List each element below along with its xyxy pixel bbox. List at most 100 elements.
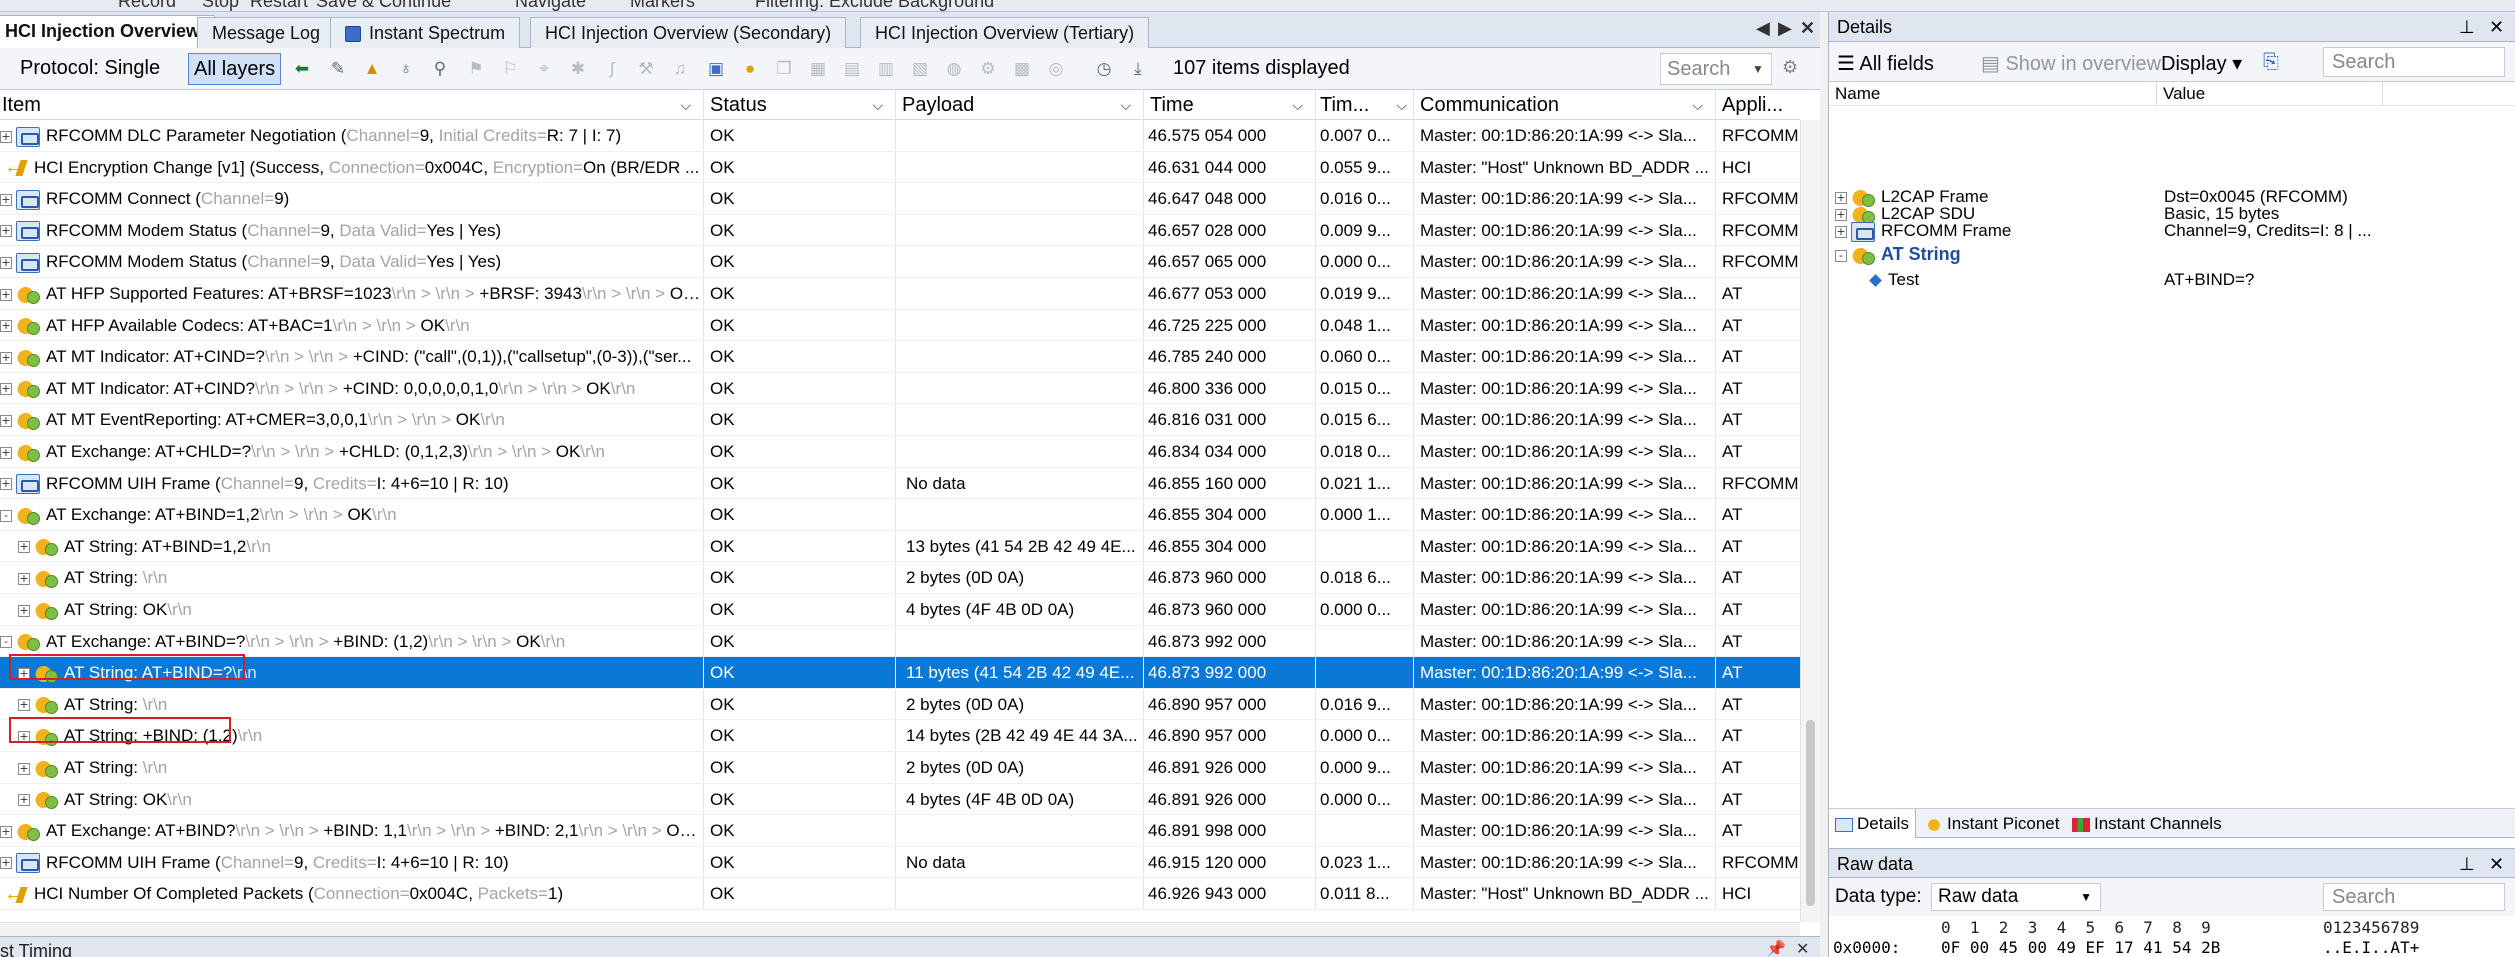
details-column-name[interactable]: Name <box>1835 84 1880 104</box>
save-continue-button[interactable]: Save & Continue <box>316 0 451 11</box>
tab-prev-icon[interactable]: ◀ <box>1756 18 1770 39</box>
column-payload[interactable]: Payload ⌵ <box>896 90 1144 120</box>
expand-icon[interactable]: + <box>18 730 30 743</box>
show-in-overview-button[interactable]: ▤ Show in overview <box>1981 51 2161 76</box>
tab-instant-spectrum[interactable]: Instant Spectrum <box>330 17 521 48</box>
table-row[interactable]: HCI Encryption Change [v1] (Success, Con… <box>0 151 1800 184</box>
column-time[interactable]: Time ⌵ <box>1144 90 1316 120</box>
tools-icon[interactable]: ⚒ <box>634 57 658 81</box>
expand-icon[interactable]: + <box>0 351 12 364</box>
column-item[interactable]: Item ⌵ <box>0 90 704 120</box>
expand-icon[interactable]: + <box>18 604 30 617</box>
expand-icon[interactable]: + <box>0 256 12 269</box>
tab-instant-channels[interactable]: Instant Channels <box>2066 809 2228 838</box>
close-icon[interactable]: ✕ <box>2489 12 2504 42</box>
close-tab-icon[interactable]: ✕ <box>1800 18 1815 39</box>
tab-hci-injection-tertiary[interactable]: HCI Injection Overview (Tertiary) <box>860 17 1150 48</box>
table-row[interactable]: + RFCOMM Modem Status (Channel=9, Data Va… <box>0 246 1800 278</box>
table-row[interactable]: + AT String: +BIND: (1,2)\r\n OK 14 bytes (… <box>0 720 1800 752</box>
detail-field-row[interactable]: - AT String <box>1829 241 2515 268</box>
table-row[interactable]: + RFCOMM DLC Parameter Negotiation (Chann… <box>0 120 1800 152</box>
expand-icon[interactable]: + <box>18 541 30 554</box>
pin-icon[interactable]: 📌 <box>1766 939 1786 957</box>
expand-icon[interactable]: + <box>0 193 12 206</box>
expand-icon[interactable]: + <box>0 383 12 396</box>
export-icon[interactable]: ⎘ <box>2263 51 2279 74</box>
markers-button[interactable]: Markers <box>630 0 695 11</box>
protocol-dropdown[interactable]: Protocol: Single <box>20 57 160 80</box>
mouse-icon[interactable]: ⌖ <box>532 57 556 81</box>
expand-icon[interactable]: + <box>0 225 12 238</box>
close-icon[interactable]: ✕ <box>2489 849 2504 879</box>
table-row[interactable]: + AT Exchange: AT+CHLD=?\r\n > \r\n > +CH… <box>0 436 1800 468</box>
horizontal-scrollbar[interactable] <box>0 922 1800 936</box>
circle-icon[interactable]: ◎ <box>1044 57 1068 81</box>
expand-icon[interactable]: + <box>1835 225 1847 238</box>
table-row[interactable]: + AT String: \r\n OK 2 bytes (0D 0A) 46.873 … <box>0 562 1800 594</box>
find-icon[interactable]: ⚲ <box>428 57 452 81</box>
table-row[interactable]: + AT String: \r\n OK 2 bytes (0D 0A) 46.890 … <box>0 688 1800 721</box>
raw-search-input[interactable]: Search <box>2323 883 2505 911</box>
tab-next-icon[interactable]: ▶ <box>1778 18 1792 39</box>
pin-icon[interactable]: ⊥ <box>2459 12 2475 42</box>
chevron-down-icon[interactable]: ⌵ <box>1292 90 1303 120</box>
chevron-down-icon[interactable]: ⌵ <box>680 90 691 120</box>
table-row[interactable]: + AT Exchange: AT+BIND?\r\n > \r\n > +BIN… <box>0 815 1800 847</box>
all-layers-button[interactable]: All layers <box>188 53 282 85</box>
download-icon[interactable]: ⤓ <box>1126 57 1150 81</box>
details-column-value[interactable]: Value <box>2163 84 2205 104</box>
expand-icon[interactable]: + <box>0 414 12 427</box>
expand-icon[interactable]: + <box>0 130 12 143</box>
column-application[interactable]: Appli... <box>1716 90 1800 120</box>
table-row[interactable]: + RFCOMM Connect (Channel=9) OK 46.647 048 … <box>0 183 1800 215</box>
globe-icon[interactable]: ◍ <box>942 57 966 81</box>
filter-icon-1[interactable]: ⚑ <box>464 57 488 81</box>
details-search-input[interactable]: Search <box>2323 47 2505 77</box>
table-row[interactable]: + AT String: \r\n OK 2 bytes (0D 0A) 46.891 … <box>0 752 1800 784</box>
grid-icon-4[interactable]: ▧ <box>908 57 932 81</box>
grid-icon-2[interactable]: ▤ <box>840 57 864 81</box>
record-button[interactable]: Record <box>118 0 176 11</box>
table-row[interactable]: + RFCOMM UIH Frame (Channel=9, Credits=I:… <box>0 846 1800 879</box>
table-row[interactable]: + AT String: AT+BIND=1,2\r\n OK 13 bytes (4… <box>0 530 1800 563</box>
column-status[interactable]: Status ⌵ <box>704 90 896 120</box>
navigate-button[interactable]: Navigate <box>515 0 586 11</box>
tab-hci-injection-overview[interactable]: HCI Injection Overview <box>0 15 216 49</box>
search-dropdown-icon[interactable]: ▼ <box>1752 62 1764 76</box>
hex-bytes[interactable]: 0F 00 45 00 49 EF 17 41 54 2B <box>1941 938 2220 957</box>
table-row[interactable]: + AT HFP Available Codecs: AT+BAC=1\r\n >… <box>0 309 1800 342</box>
expand-icon[interactable]: + <box>18 762 30 775</box>
table-row[interactable]: + AT MT Indicator: AT+CIND=?\r\n > \r\n >… <box>0 341 1800 373</box>
grid-icon-5[interactable]: ▩ <box>1010 57 1034 81</box>
detail-field-row[interactable]: + RFCOMM Frame Channel=9, Credits=I: 8 | .… <box>1829 217 2515 244</box>
bulb-icon[interactable]: ♁ <box>394 57 418 81</box>
back-arrow-icon[interactable]: ⬅ <box>290 57 314 81</box>
expand-icon[interactable]: + <box>18 699 30 712</box>
pin-icon[interactable]: ⊥ <box>2459 849 2475 879</box>
expand-icon[interactable]: + <box>0 825 12 838</box>
expand-icon[interactable]: + <box>0 446 12 459</box>
column-time-delta[interactable]: Tim... ⌵ <box>1316 90 1414 120</box>
column-communication[interactable]: Communication ⌵ <box>1414 90 1716 120</box>
hook-icon[interactable]: ʃ <box>600 57 624 81</box>
pencil-icon[interactable]: ✎ <box>326 57 350 81</box>
bluetooth-icon[interactable]: ✱ <box>566 57 590 81</box>
grid-icon-1[interactable]: ▦ <box>806 57 830 81</box>
collapse-icon[interactable]: - <box>1835 249 1847 262</box>
tab-instant-piconet[interactable]: Instant Piconet <box>1919 809 2065 838</box>
all-fields-button[interactable]: ☰ All fields <box>1837 51 1934 76</box>
table-row[interactable]: + AT HFP Supported Features: AT+BRSF=1023… <box>0 278 1800 310</box>
at-view-icon[interactable]: ● <box>738 57 762 81</box>
chevron-down-icon[interactable]: ⌵ <box>872 90 883 120</box>
table-row[interactable]: + AT String: OK\r\n OK 4 bytes (4F 4B 0D 0A… <box>0 594 1800 626</box>
scrollbar-thumb[interactable] <box>1806 720 1815 906</box>
table-row[interactable]: + RFCOMM Modem Status (Channel=9, Data Va… <box>0 214 1800 247</box>
detail-field-row[interactable]: Test AT+BIND=? <box>1829 266 2515 293</box>
chevron-down-icon[interactable]: ⌵ <box>1692 90 1703 120</box>
expand-icon[interactable]: + <box>18 572 30 585</box>
tab-hci-injection-secondary[interactable]: HCI Injection Overview (Secondary) <box>530 17 847 48</box>
table-row[interactable]: - AT Exchange: AT+BIND=?\r\n > \r\n > +BI… <box>0 625 1800 658</box>
collapse-icon[interactable]: - <box>0 636 12 649</box>
table-row[interactable]: + AT String: AT+BIND=?\r\n OK 11 bytes (41 … <box>0 657 1800 689</box>
table-row[interactable]: + AT String: OK\r\n OK 4 bytes (4F 4B 0D 0A… <box>0 783 1800 816</box>
